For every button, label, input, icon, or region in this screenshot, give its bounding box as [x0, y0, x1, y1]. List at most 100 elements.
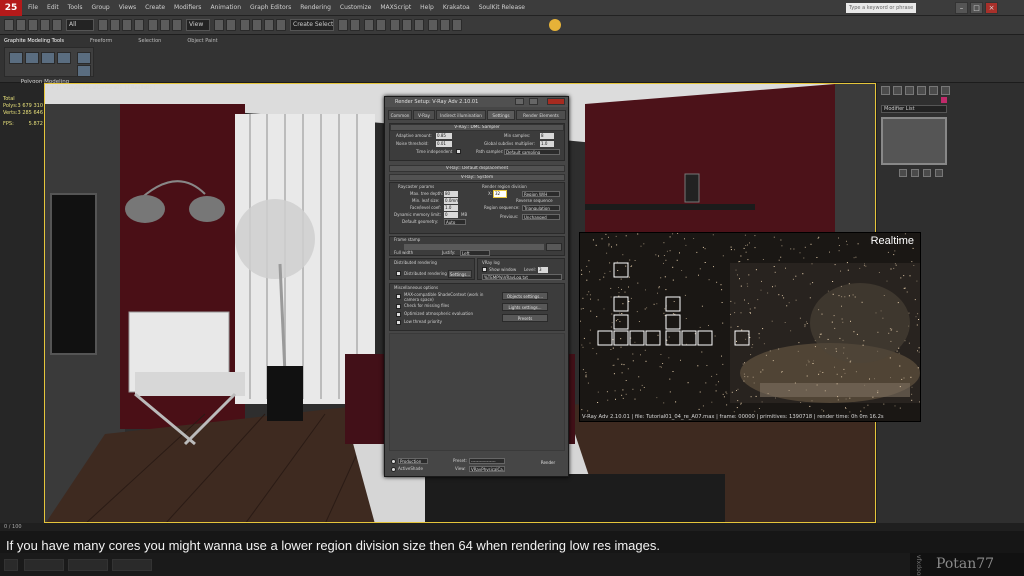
tab-render-elements[interactable]: Render Elements [516, 110, 566, 120]
menu-item-customize[interactable]: Customize [340, 0, 372, 16]
modify-tab-icon[interactable] [893, 86, 902, 95]
show-window-checkbox[interactable] [482, 267, 487, 272]
rendered-frame-window-icon[interactable] [440, 19, 450, 31]
tab-indirect-illumination[interactable]: Indirect illumination [436, 110, 486, 120]
reference-coordinate-dropdown[interactable]: View [186, 19, 210, 31]
vray-sun-icon[interactable] [549, 19, 561, 31]
min-samples-input[interactable]: 8 [540, 133, 554, 139]
modifier-list-dropdown[interactable]: Modifier List [881, 105, 947, 113]
create-tab-icon[interactable] [881, 86, 890, 95]
menu-item-tools[interactable]: Tools [68, 0, 83, 16]
element-icon[interactable] [77, 52, 91, 64]
menu-item-maxscript[interactable]: MAXScript [380, 0, 411, 16]
preset-dropdown[interactable]: ----------------- [469, 458, 505, 464]
menu-item-views[interactable]: Views [119, 0, 136, 16]
undo-icon[interactable] [4, 19, 14, 31]
angle-snap-icon[interactable] [252, 19, 262, 31]
window-crossing-icon[interactable] [134, 19, 144, 31]
activeshade-radio[interactable] [391, 467, 396, 472]
remove-modifier-icon[interactable] [935, 169, 943, 177]
menu-item-graph-editors[interactable]: Graph Editors [250, 0, 291, 16]
redo-icon[interactable] [16, 19, 26, 31]
select-by-name-icon[interactable] [110, 19, 120, 31]
menu-item-help[interactable]: Help [420, 0, 434, 16]
dmc-sampler-header[interactable]: V-Ray:: DMC Sampler [390, 124, 564, 131]
dialog-close-button[interactable] [547, 98, 565, 105]
color-swatch[interactable] [941, 97, 947, 103]
previous-dropdown[interactable]: Unchanged [522, 214, 560, 220]
time-independent-checkbox[interactable] [456, 149, 461, 154]
dialog-minimize-button[interactable] [515, 98, 524, 105]
vertex-icon[interactable] [25, 52, 39, 64]
maximize-button[interactable]: □ [970, 2, 983, 14]
material-editor-icon[interactable] [414, 19, 424, 31]
distributed-settings-button[interactable]: Settings... [448, 270, 472, 278]
scale-icon[interactable] [172, 19, 182, 31]
menu-item-soulkit-release[interactable]: SoulKit Release [479, 0, 525, 16]
optimized-atmospheric-checkbox[interactable] [396, 312, 401, 317]
tab-selection[interactable]: Selection [138, 37, 161, 46]
log-path-input[interactable]: %TEMP%\VRayLog.txt [482, 274, 562, 280]
production-mode-dropdown[interactable]: Production [398, 458, 428, 464]
rotate-icon[interactable] [160, 19, 170, 31]
display-tab-icon[interactable] [929, 86, 938, 95]
percent-snap-icon[interactable] [264, 19, 274, 31]
realtime-render-window[interactable]: Realtime V-Ray Adv 2.10.01 | file: Tutor… [579, 232, 921, 422]
region-mode-dropdown[interactable]: Region W/H [522, 191, 560, 197]
polygon-icon[interactable] [57, 52, 71, 64]
modifier-stack[interactable] [881, 117, 947, 165]
menu-item-modifiers[interactable]: Modifiers [174, 0, 201, 16]
region-sequence-dropdown[interactable]: Triangulation [522, 205, 560, 211]
tab-common[interactable]: Common [388, 110, 412, 120]
curve-editor-icon[interactable] [390, 19, 400, 31]
system-header[interactable]: V-Ray:: System [389, 174, 565, 181]
named-selection-dropdown[interactable]: Create Selection Se [290, 19, 334, 31]
bind-space-warp-icon[interactable] [52, 19, 62, 31]
taskbar-item[interactable] [68, 559, 108, 571]
region-x-input[interactable]: 32 [493, 190, 507, 198]
close-button[interactable]: × [985, 2, 998, 14]
frame-stamp-font-button[interactable] [546, 243, 562, 251]
taskbar-item[interactable] [24, 559, 64, 571]
render-setup-dialog[interactable]: Render Setup: V-Ray Adv 2.10.01 Common V… [384, 96, 569, 477]
tab-graphite-modeling[interactable]: Graphite Modeling Tools [4, 37, 64, 46]
menu-item-krakatoa[interactable]: Krakatoa [443, 0, 470, 16]
render-setup-icon[interactable] [428, 19, 438, 31]
schematic-view-icon[interactable] [402, 19, 412, 31]
make-unique-icon[interactable] [923, 169, 931, 177]
unlink-icon[interactable] [40, 19, 50, 31]
presets-button[interactable]: Presets [502, 314, 548, 322]
utilities-tab-icon[interactable] [941, 86, 950, 95]
start-button[interactable] [4, 559, 18, 571]
menu-item-create[interactable]: Create [145, 0, 165, 16]
menu-item-animation[interactable]: Animation [210, 0, 241, 16]
menu-item-rendering[interactable]: Rendering [300, 0, 331, 16]
log-level-input[interactable]: 3 [538, 267, 548, 273]
face-level-coef-input[interactable]: 1.0 [444, 205, 458, 211]
justify-dropdown[interactable]: Left [460, 250, 490, 256]
dynamic-memory-input[interactable]: 0 [444, 212, 458, 218]
edit-poly-icon[interactable] [9, 52, 23, 64]
objects-settings-button[interactable]: Objects settings... [502, 292, 548, 300]
move-icon[interactable] [148, 19, 158, 31]
menu-item-file[interactable]: File [28, 0, 38, 16]
graphite-toggle-icon[interactable] [376, 19, 386, 31]
region-select-icon[interactable] [122, 19, 132, 31]
taskbar-item[interactable] [112, 559, 152, 571]
tab-freeform[interactable]: Freeform [90, 37, 112, 46]
displacement-header[interactable]: V-Ray:: Default displacement [389, 165, 565, 172]
select-manipulate-icon[interactable] [226, 19, 236, 31]
modify-mode-icon[interactable] [77, 65, 91, 77]
pin-stack-icon[interactable] [899, 169, 907, 177]
noise-threshold-input[interactable]: 0.01 [436, 141, 452, 147]
lights-settings-button[interactable]: Lights settings... [502, 303, 548, 311]
align-icon[interactable] [350, 19, 360, 31]
render-production-icon[interactable] [452, 19, 462, 31]
app-logo-icon[interactable]: 25 [0, 0, 22, 16]
menu-item-edit[interactable]: Edit [47, 0, 59, 16]
viewport-label[interactable]: [ + ] [ VRayPhysicalCamera01 ] [ Realist… [47, 85, 156, 91]
render-button[interactable]: Render [535, 459, 561, 467]
check-missing-files-checkbox[interactable] [396, 304, 401, 309]
snaps-toggle-icon[interactable] [240, 19, 250, 31]
spinner-snap-icon[interactable] [276, 19, 286, 31]
